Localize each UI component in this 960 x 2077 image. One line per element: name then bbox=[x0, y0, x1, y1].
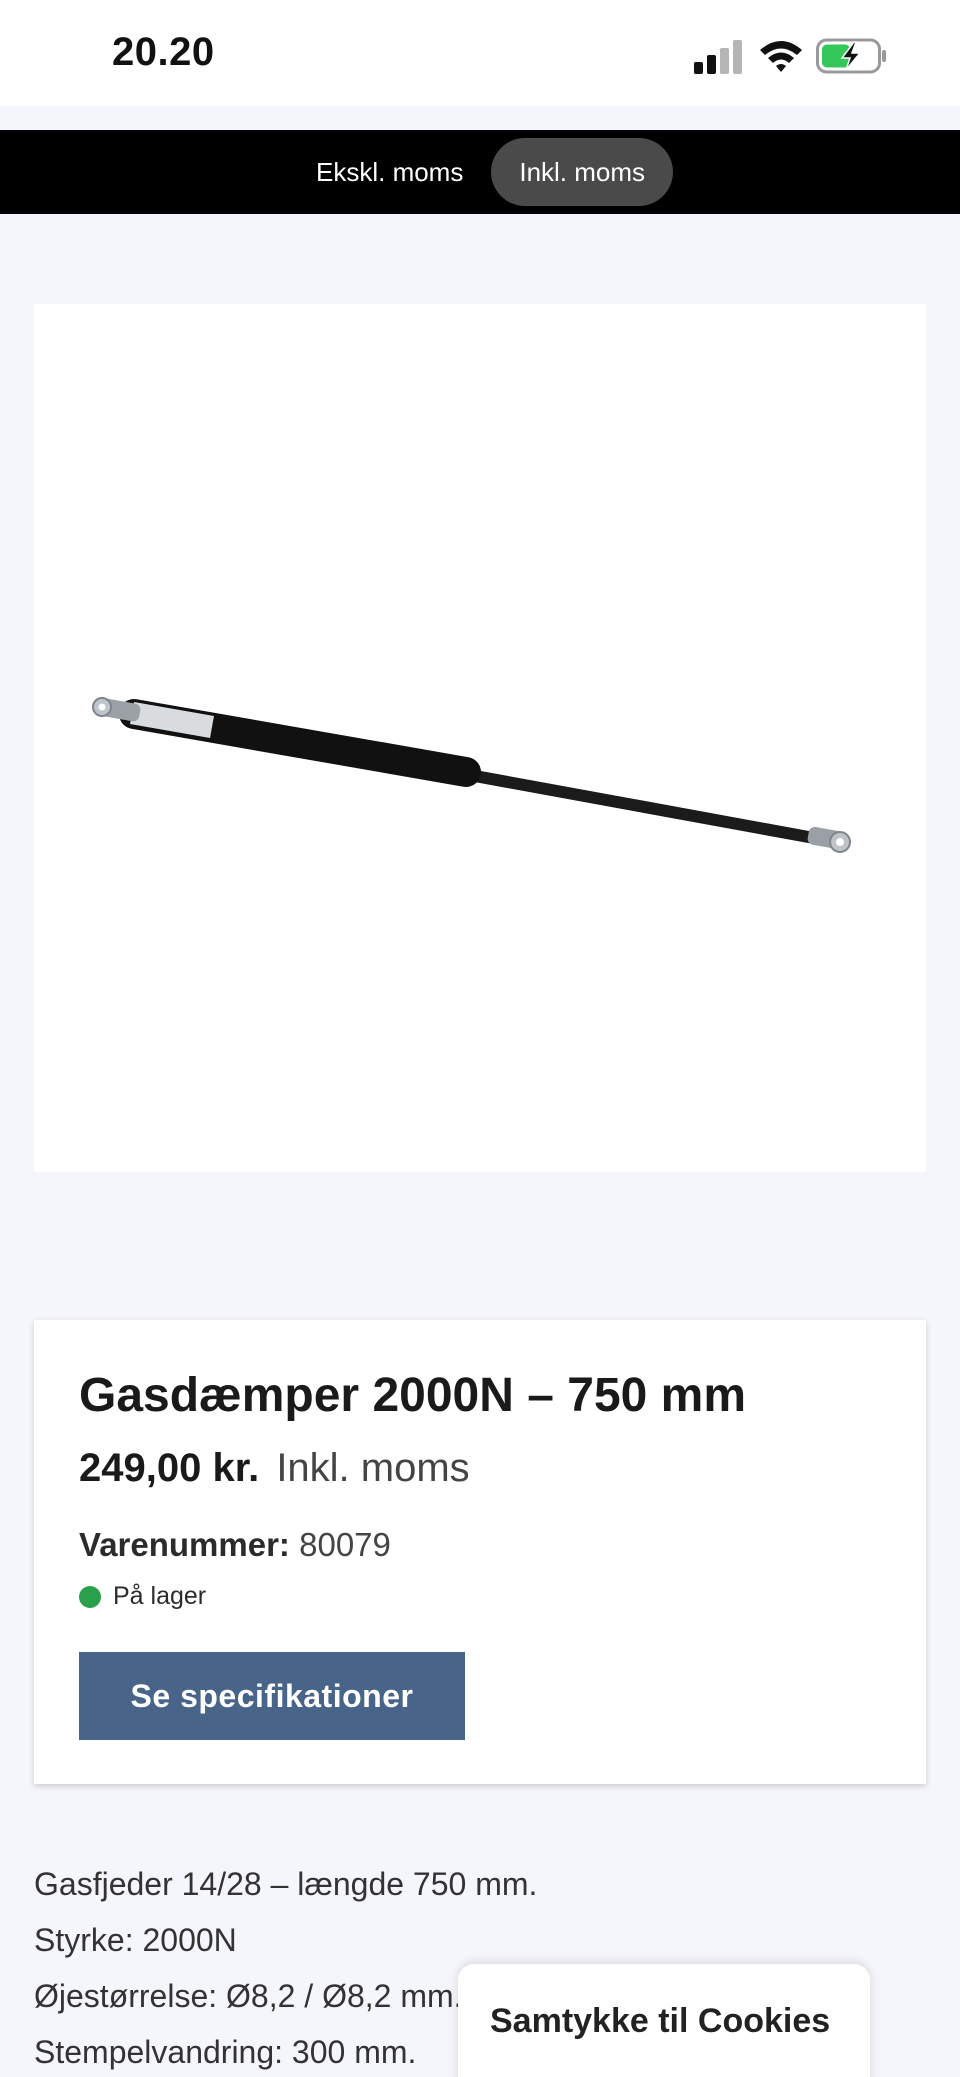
in-stock-dot-icon bbox=[79, 1585, 101, 1608]
wifi-icon bbox=[760, 41, 802, 72]
price-row: 249,00 kr. Inkl. moms bbox=[79, 1446, 470, 1491]
stock-status: På lager bbox=[79, 1582, 206, 1611]
signal-icon bbox=[694, 40, 742, 74]
sku-value: 80079 bbox=[299, 1526, 391, 1563]
description-line: Gasfjeder 14/28 – længde 750 mm. bbox=[34, 1866, 538, 1902]
see-specifications-button[interactable]: Se specifikationer bbox=[79, 1652, 465, 1740]
product-info-card: Gasdæmper 2000N – 750 mm 249,00 kr. Inkl… bbox=[34, 1320, 926, 1784]
status-icons bbox=[668, 36, 888, 76]
tax-toggle-bar: Ekskl. moms Inkl. moms bbox=[0, 130, 960, 214]
product-price: 249,00 kr. bbox=[79, 1446, 260, 1490]
tax-option-excl[interactable]: Ekskl. moms bbox=[288, 138, 491, 206]
status-bar: 20.20 bbox=[0, 0, 960, 106]
product-image-container bbox=[34, 304, 926, 1172]
tax-toggle: Ekskl. moms Inkl. moms bbox=[288, 138, 674, 206]
page: 20.20 Ekskl. moms Inkl. moms Gasdæmper 2… bbox=[0, 0, 960, 2077]
price-tax-suffix: Inkl. moms bbox=[276, 1446, 470, 1490]
description-line: Styrke: 2000N bbox=[34, 1922, 237, 1958]
cookie-consent-title: Samtykke til Cookies bbox=[490, 2002, 831, 2040]
status-time: 20.20 bbox=[112, 30, 215, 74]
gas-spring-image[interactable] bbox=[34, 304, 926, 1172]
battery-charging-icon bbox=[816, 38, 886, 74]
cookie-consent-popup[interactable]: Samtykke til Cookies bbox=[458, 1964, 870, 2077]
stock-status-label: På lager bbox=[113, 1582, 207, 1610]
tax-option-incl[interactable]: Inkl. moms bbox=[491, 138, 674, 206]
sku-label: Varenummer: bbox=[79, 1526, 290, 1563]
product-title: Gasdæmper 2000N – 750 mm bbox=[79, 1369, 747, 1422]
sku-row: Varenummer: 80079 bbox=[79, 1526, 391, 1564]
